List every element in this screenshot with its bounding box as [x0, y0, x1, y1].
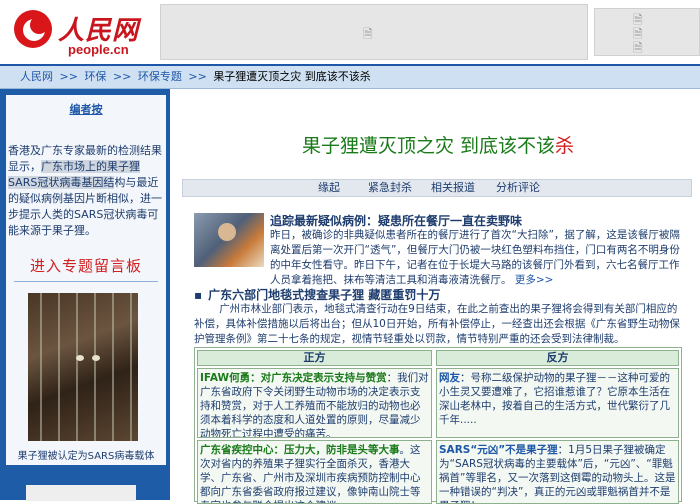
subnav-analysis[interactable]: 分析评论 — [496, 180, 540, 196]
civet-eye — [92, 355, 100, 361]
main-content: 果子狸遭灭顶之灾 到底该不该杀 缘起 紧急封杀 相关报道 分析评论 追踪最新疑似… — [176, 89, 700, 504]
broken-image-icon: 🗎 — [633, 41, 643, 55]
cage-bar — [112, 293, 114, 441]
breadcrumb-item-home[interactable]: 人民网 — [20, 70, 53, 83]
logo-text-en: people.cn — [68, 42, 129, 57]
breadcrumb-separator: >> — [59, 70, 78, 83]
breadcrumb-separator: >> — [112, 70, 132, 83]
people-logo[interactable]: 人民网 people.cn — [10, 6, 150, 58]
message-board-link[interactable]: 进入专题留言板 — [6, 255, 166, 276]
breadcrumb-item-environment[interactable]: 环保 — [84, 70, 106, 83]
editor-note-text: 香港及广东专家最新的检测结果显示，广东市场上的果子狸SARS冠状病毒基因结构与最… — [8, 143, 164, 239]
sidebar-next-image[interactable] — [26, 485, 136, 501]
cage-bar — [94, 293, 96, 441]
cage-bar — [58, 293, 60, 441]
civet-photo[interactable] — [28, 293, 138, 441]
page-title-text: 果子狸遭灭顶之灾 到底该不该 — [301, 135, 556, 157]
logo-emblem-icon — [14, 10, 52, 48]
banner-ad-placeholder[interactable]: 🗎 — [160, 4, 588, 60]
news-summary: 广州市林业部门表示，地毯式清查行动在9日结束，在此之前查出的果子狸将会得到有关部… — [194, 303, 680, 345]
cage-bar — [76, 293, 78, 441]
pro-column-header: 正方 — [197, 350, 432, 366]
editor-note-heading[interactable]: 编者按 — [6, 101, 166, 117]
news-summary: 昨日，被确诊的非典疑似患者所在的餐厅进行了首次“大扫除”，据了解，这是该餐厅被隔… — [270, 228, 680, 288]
pro-argument: IFAW何勇：对广东决定表示支持与赞赏：我们对广东省政府下令关闭野生动物市场的决… — [197, 368, 432, 438]
breadcrumb: 人民网 >> 环保 >> 环保专题 >> 果子狸遭灭顶之灾 到底该不该杀 — [0, 66, 700, 89]
page-title: 果子狸遭灭顶之灾 到底该不该杀 — [176, 131, 700, 158]
con-argument: 网友：号称二级保护动物的果子狸－－这种可爱的小生灵又要遭难了，它招谁惹谁了？它原… — [436, 368, 679, 438]
side-ad-placeholder[interactable]: 🗎 🗎 🗎 — [594, 8, 700, 56]
more-link[interactable]: 更多>> — [515, 274, 554, 286]
argument-lead[interactable]: IFAW何勇：对广东决定表示支持与赞赏 — [200, 372, 387, 384]
argument-lead[interactable]: 广东省疾控中心：压力大，防非是头等大事 — [200, 444, 400, 456]
news-headline[interactable]: ▪ 广东六部门地毯式搜查果子狸 藏匿重罚十万 — [194, 286, 440, 303]
bullet-icon: ▪ — [194, 288, 203, 302]
pro-argument: 广东省疾控中心：压力大，防非是头等大事。这次对省内的养殖果子狸实行全面杀灭，香港… — [197, 440, 432, 504]
divider — [14, 281, 158, 282]
breadcrumb-current: 果子狸遭灭顶之灾 到底该不该杀 — [213, 70, 371, 83]
civet-photo-caption: 果子狸被认定为SARS病毒载体 — [17, 451, 155, 462]
cage-bar — [40, 293, 42, 441]
con-column-header: 反方 — [436, 350, 679, 366]
debate-table: 正方 反方 IFAW何勇：对广东决定表示支持与赞赏：我们对广东省政府下令关闭野生… — [194, 347, 682, 504]
news-summary-text: 昨日，被确诊的非典疑似患者所在的餐厅进行了首次“大扫除”，据了解，这是该餐厅被隔… — [270, 229, 680, 286]
argument-lead[interactable]: 网友 — [439, 372, 460, 384]
breadcrumb-item-topic[interactable]: 环保专题 — [138, 70, 182, 83]
subnav-related-reports[interactable]: 相关报道 — [431, 180, 475, 196]
breadcrumb-separator: >> — [188, 70, 207, 83]
cage-bar — [130, 293, 132, 441]
civet-eye — [76, 355, 84, 361]
site-header: 人民网 people.cn 🗎 🗎 🗎 🗎 — [0, 0, 700, 66]
subnav-origin[interactable]: 缘起 — [318, 180, 340, 196]
news-photo[interactable] — [194, 213, 264, 267]
broken-image-icon: 🗎 — [363, 27, 373, 41]
con-argument: SARS“元凶”不是果子狸：1月5日果子狸被确定为“SARS冠状病毒的主要载体”… — [436, 440, 679, 504]
topic-subnav: 缘起 紧急封杀 相关报道 分析评论 — [182, 179, 692, 197]
news-headline[interactable]: 追踪最新疑似病例：疑患所在餐厅一直在卖野味 — [270, 212, 522, 229]
civet-photo-panel: 果子狸被认定为SARS病毒载体 — [6, 287, 166, 465]
page-title-emphasis: 杀 — [555, 135, 575, 157]
argument-text: ：号称二级保护动物的果子狸－－这种可爱的小生灵又要遭难了，它招谁惹谁了？它原本生… — [439, 372, 670, 426]
argument-lead[interactable]: SARS“元凶”不是果子狸 — [439, 444, 558, 456]
subnav-emergency-ban[interactable]: 紧急封杀 — [368, 180, 412, 196]
left-sidebar: 编者按 香港及广东专家最新的检测结果显示，广东市场上的果子狸SARS冠状病毒基因… — [0, 89, 170, 501]
news-headline-text: 广东六部门地毯式搜查果子狸 藏匿重罚十万 — [208, 288, 441, 302]
